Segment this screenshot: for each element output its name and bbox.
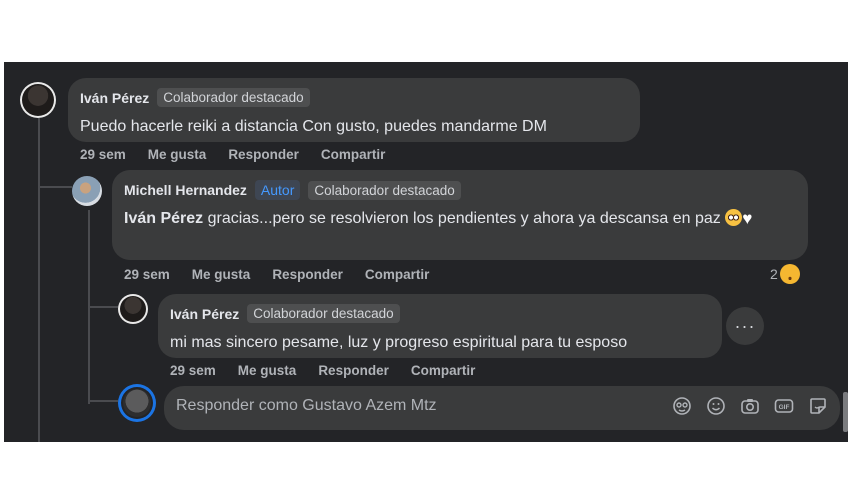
thread-line: [88, 306, 118, 308]
avatar-sticker-icon[interactable]: [672, 396, 692, 416]
svg-text:GIF: GIF: [779, 404, 790, 411]
comment-author-name[interactable]: Michell Hernandez: [124, 182, 247, 198]
share-button[interactable]: Compartir: [321, 147, 386, 162]
thread-line: [88, 400, 118, 402]
comment-time[interactable]: 29 sem: [170, 363, 216, 378]
avatar[interactable]: [72, 176, 102, 206]
comments-panel: Iván Pérez Colaborador destacado Puedo h…: [4, 62, 848, 442]
top-contributor-badge: Colaborador destacado: [308, 180, 461, 200]
camera-icon[interactable]: [740, 396, 760, 416]
comment-time[interactable]: 29 sem: [124, 267, 170, 282]
comment-time[interactable]: 29 sem: [80, 147, 126, 162]
share-button[interactable]: Compartir: [411, 363, 476, 378]
comment-author-name[interactable]: Iván Pérez: [170, 306, 239, 322]
author-badge: Autor: [254, 180, 301, 200]
reply-tools: GIF: [672, 396, 828, 416]
top-contributor-badge: Colaborador destacado: [157, 88, 310, 107]
avatar[interactable]: [118, 294, 148, 324]
emoji-icon[interactable]: [706, 396, 726, 416]
sticker-icon[interactable]: [808, 396, 828, 416]
thread-line: [38, 186, 72, 188]
sad-reaction-icon: [779, 264, 800, 284]
comment-bubble: Iván Pérez Colaborador destacado mi mas …: [158, 294, 722, 358]
reply-button[interactable]: Responder: [228, 147, 299, 162]
reaction-count: 2: [770, 266, 778, 282]
scrollbar[interactable]: [843, 392, 848, 432]
comment-actions: 29 sem Me gusta Responder Compartir: [124, 267, 429, 282]
comment-text: Puedo hacerle reiki a distancia Con gust…: [80, 118, 547, 135]
like-button[interactable]: Me gusta: [148, 147, 207, 162]
more-options-button[interactable]: ···: [726, 307, 764, 345]
avatar[interactable]: [20, 82, 56, 118]
reaction-summary[interactable]: 2: [770, 264, 800, 284]
comment-text: mi mas sincero pesame, luz y progreso es…: [170, 334, 628, 351]
comment-bubble: Michell Hernandez Autor Colaborador dest…: [112, 170, 808, 260]
top-contributor-badge: Colaborador destacado: [247, 304, 400, 323]
comment-actions: 29 sem Me gusta Responder Compartir: [80, 147, 385, 162]
thread-line: [38, 118, 40, 442]
like-button[interactable]: Me gusta: [192, 267, 251, 282]
comment-text: Iván Pérez gracias...pero se resolvieron…: [124, 206, 794, 232]
comment-author-name[interactable]: Iván Pérez: [80, 90, 149, 106]
reply-input[interactable]: Responder como Gustavo Azem Mtz: [176, 397, 437, 415]
like-button[interactable]: Me gusta: [238, 363, 297, 378]
reply-button[interactable]: Responder: [318, 363, 389, 378]
comment-text-body: gracias...pero se resolvieron los pendie…: [203, 210, 726, 227]
current-user-avatar[interactable]: [118, 384, 156, 422]
gif-icon[interactable]: GIF: [774, 396, 794, 416]
mention-link[interactable]: Iván Pérez: [124, 210, 203, 227]
pleading-face-icon: [725, 209, 743, 226]
reply-button[interactable]: Responder: [272, 267, 343, 282]
share-button[interactable]: Compartir: [365, 267, 430, 282]
comment-actions: 29 sem Me gusta Responder Compartir: [170, 363, 475, 378]
comment-bubble: Iván Pérez Colaborador destacado Puedo h…: [68, 78, 640, 142]
white-heart-icon: ♥: [742, 209, 753, 228]
reply-input-box[interactable]: Responder como Gustavo Azem Mtz GIF: [164, 386, 840, 430]
